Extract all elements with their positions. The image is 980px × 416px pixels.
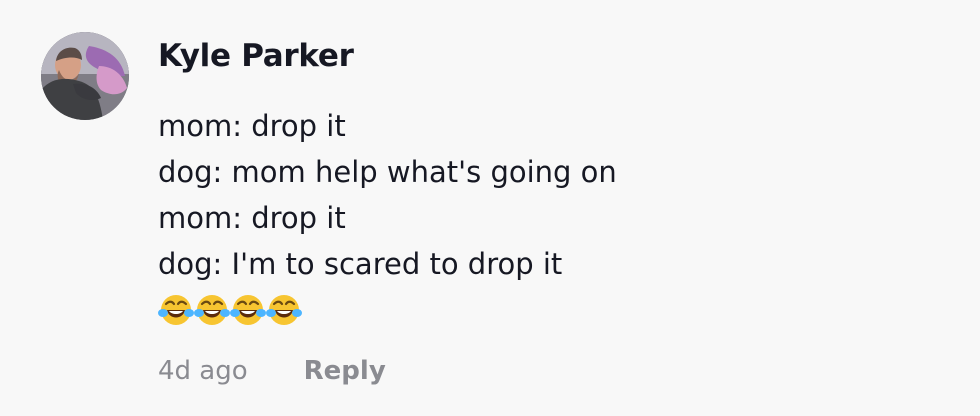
face-with-tears-of-joy-icon [266, 295, 302, 325]
timestamp: 4d ago [158, 356, 248, 386]
face-with-tears-of-joy-icon [158, 295, 194, 325]
reply-button[interactable]: Reply [304, 356, 386, 386]
comment-meta: 4d ago Reply [158, 356, 386, 386]
face-with-tears-of-joy-icon [194, 295, 230, 325]
emoji-row [158, 287, 938, 333]
comment-line-1: mom: drop it [158, 109, 346, 143]
comment-item: Kyle Parker mom: drop it dog: mom help w… [0, 0, 980, 416]
comment-author-name[interactable]: Kyle Parker [158, 38, 354, 74]
comment-text: mom: drop it dog: mom help what's going … [158, 103, 938, 333]
avatar[interactable] [41, 32, 129, 120]
comment-line-3: mom: drop it [158, 201, 346, 235]
comment-line-4: dog: I'm to scared to drop it [158, 247, 563, 281]
comment-line-2: dog: mom help what's going on [158, 155, 617, 189]
face-with-tears-of-joy-icon [230, 295, 266, 325]
